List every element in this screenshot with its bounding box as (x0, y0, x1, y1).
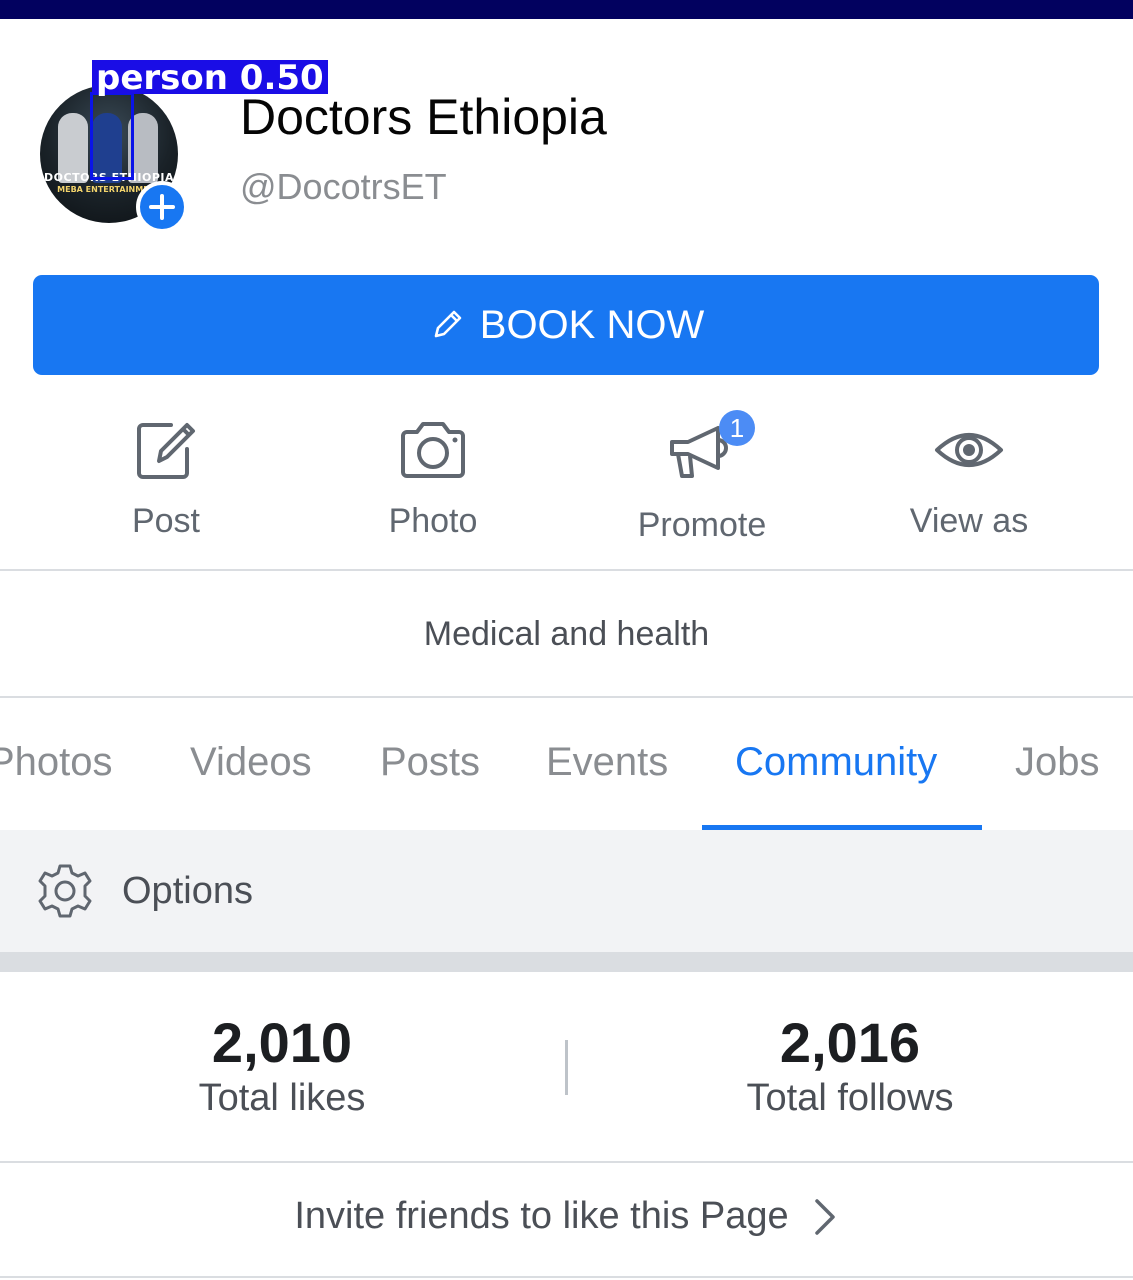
tab-events[interactable]: Events (546, 740, 668, 785)
camera-icon (401, 422, 465, 478)
action-promote-label: Promote (637, 506, 767, 544)
total-follows-value: 2,016 (779, 1011, 921, 1074)
total-follows: 2,016 Total follows (650, 1010, 1050, 1120)
total-likes: 2,010 Total likes (82, 1010, 482, 1120)
options-label: Options (122, 869, 253, 912)
tab-posts[interactable]: Posts (380, 740, 480, 785)
action-post[interactable]: Post (46, 410, 286, 541)
total-likes-value: 2,010 (211, 1011, 353, 1074)
plus-icon (149, 194, 175, 220)
action-view-as[interactable]: View as (849, 410, 1089, 541)
divider (0, 569, 1133, 571)
divider (0, 1276, 1133, 1278)
page-handle: @DocotrsET (240, 166, 447, 207)
tab-photos[interactable]: Photos (0, 740, 113, 785)
total-follows-caption: Total follows (746, 1077, 954, 1119)
gear-icon (36, 862, 94, 920)
tab-community[interactable]: Community (735, 740, 937, 785)
invite-friends-link[interactable]: Invite friends to like this Page (0, 1195, 1133, 1238)
chevron-right-icon (814, 1198, 835, 1235)
options-row[interactable]: Options (0, 830, 1133, 952)
notification-badge: 1 (719, 410, 755, 446)
page-category: Medical and health (423, 615, 710, 653)
book-now-button[interactable]: BOOK NOW (33, 275, 1099, 375)
total-likes-caption: Total likes (198, 1077, 366, 1119)
page-tabs: Photos Videos Posts Events Community Job… (0, 740, 1133, 832)
page-title: Doctors Ethiopia (240, 89, 607, 145)
book-now-label: BOOK NOW (479, 302, 705, 347)
section-separator (0, 952, 1133, 972)
pencil-icon (434, 310, 462, 338)
stats-divider (565, 1040, 568, 1095)
action-photo-label: Photo (388, 502, 478, 540)
tab-videos[interactable]: Videos (190, 740, 312, 785)
detection-box (90, 92, 134, 180)
divider (0, 696, 1133, 698)
action-view-as-label: View as (909, 502, 1029, 540)
action-photo[interactable]: Photo (313, 410, 553, 541)
add-photo-button[interactable] (136, 181, 188, 233)
eye-icon (935, 433, 1003, 467)
action-post-label: Post (131, 502, 201, 540)
status-bar (0, 0, 1133, 19)
invite-label: Invite friends to like this Page (294, 1195, 789, 1237)
action-promote[interactable]: 1 Promote (582, 410, 822, 545)
edit-icon (137, 423, 195, 479)
divider (0, 1161, 1133, 1163)
tab-jobs[interactable]: Jobs (1015, 740, 1100, 785)
